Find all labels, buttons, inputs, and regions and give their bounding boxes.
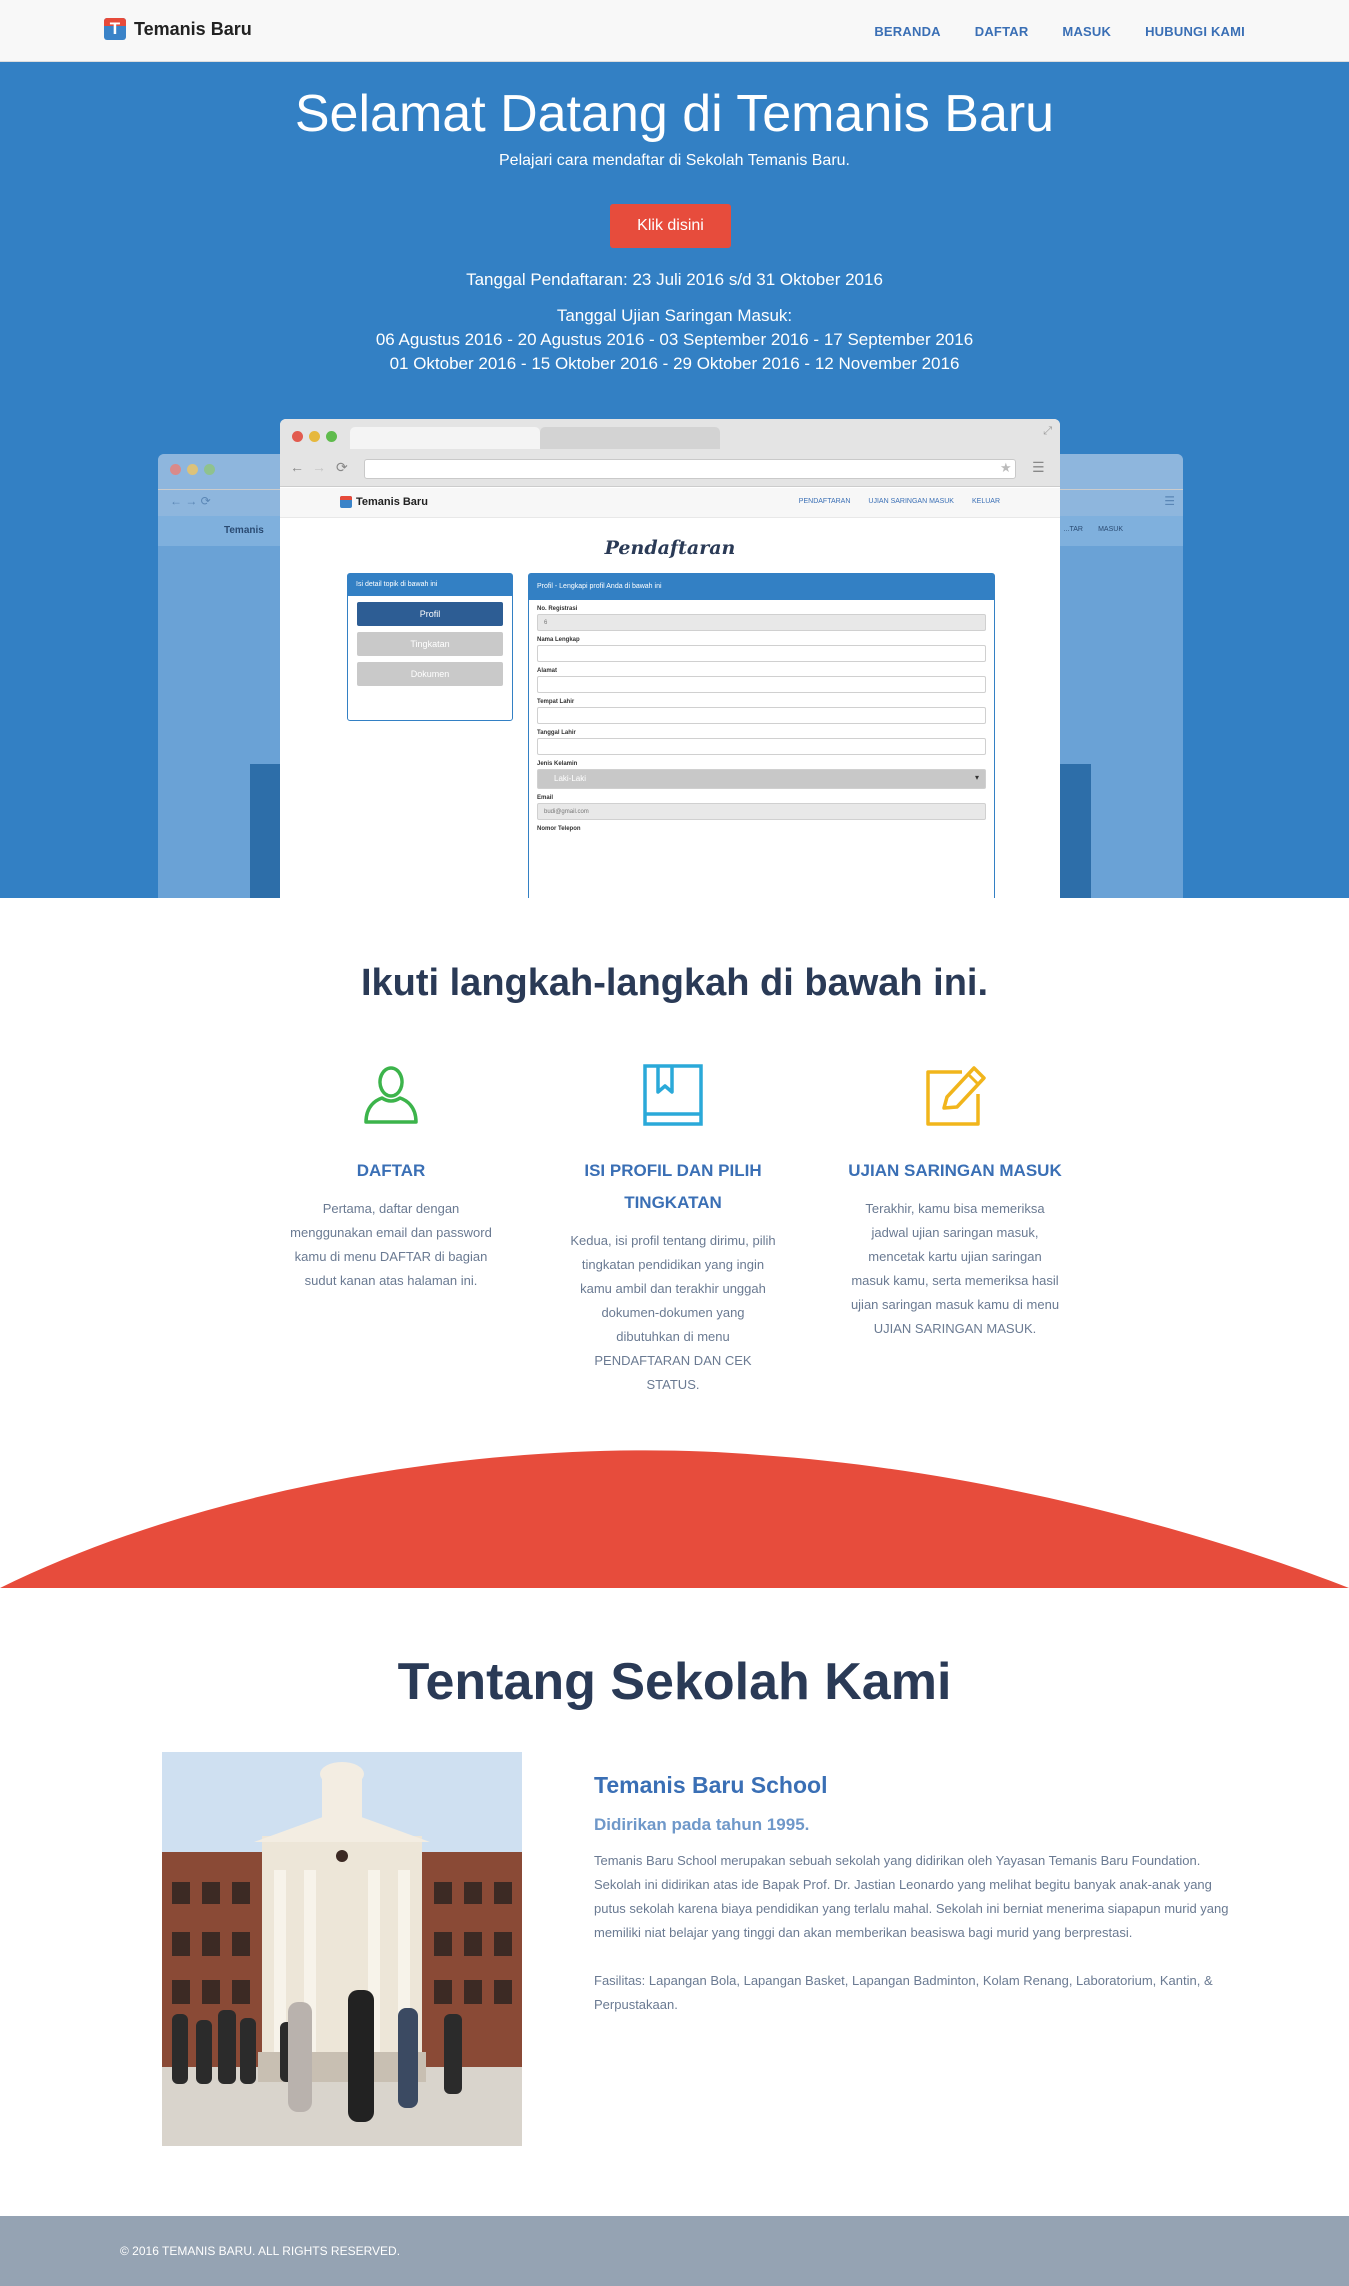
app-navbar: Temanis Baru PENDAFTARAN UJIAN SARINGAN … bbox=[280, 488, 1060, 518]
about-title: Tentang Sekolah Kami bbox=[397, 1653, 952, 1711]
app-brand-icon bbox=[340, 496, 352, 508]
step-desc-isi-profil: Kedua, isi profil tentang dirimu, pilih … bbox=[570, 1233, 776, 1392]
brand-name: Temanis Baru bbox=[134, 18, 252, 39]
browser-reload-icon: ⟳ bbox=[336, 459, 348, 475]
field-email: budi@gmail.com bbox=[537, 803, 986, 820]
field-nama-lengkap bbox=[537, 645, 986, 662]
tab-dokumen: Dokumen bbox=[357, 662, 503, 686]
browser-forward-icon: → bbox=[312, 459, 326, 475]
hero-title: Selamat Datang di Temanis Baru bbox=[294, 85, 1055, 143]
field-tempat-lahir bbox=[537, 707, 986, 724]
field-label: Alamat bbox=[537, 668, 558, 674]
registration-dates: Tanggal Pendaftaran: 23 Juli 2016 s/d 31… bbox=[466, 270, 883, 289]
step-ujian: UJIAN SARINGAN MASUK Terakhir, kamu bisa… bbox=[840, 1062, 1070, 1341]
field-label: Tempat Lahir bbox=[537, 699, 575, 705]
school-photo bbox=[162, 1752, 522, 2146]
school-name: Temanis Baru School bbox=[594, 1772, 828, 1798]
brand-icon: T bbox=[104, 18, 126, 40]
mockup-left-panel: Isi detail topik di bawah ini Profil Tin… bbox=[347, 573, 513, 721]
nav-link-beranda[interactable]: BERANDA bbox=[874, 24, 940, 39]
step-desc-ujian: Terakhir, kamu bisa memeriksa jadwal uji… bbox=[850, 1201, 1060, 1336]
browser-menu-icon: ☰ bbox=[1032, 459, 1045, 475]
nav-links: BERANDA DAFTAR MASUK HUBUNGI KAMI bbox=[874, 0, 1245, 62]
browser-chrome: ← → ⟳ ★ ☰ ⤢ bbox=[280, 419, 1060, 487]
hero-subtitle: Pelajari cara mendaftar di Sekolah Teman… bbox=[499, 152, 850, 169]
step-isi-profil: ISI PROFIL DAN PILIH TINGKATAN Kedua, is… bbox=[558, 1062, 788, 1397]
edit-icon bbox=[926, 1066, 986, 1126]
school-established: Didirikan pada tahun 1995. bbox=[594, 1815, 810, 1834]
step-title-isi-profil: ISI PROFIL DAN PILIH TINGKATAN bbox=[584, 1161, 762, 1212]
field-label: Jenis Kelamin bbox=[537, 761, 578, 767]
back-nav-1: ...TAR bbox=[1063, 526, 1083, 533]
browser-address-bar bbox=[364, 459, 1016, 479]
nav-link-masuk[interactable]: MASUK bbox=[1062, 24, 1111, 39]
step-daftar: DAFTAR Pertama, daftar dengan menggunaka… bbox=[276, 1062, 506, 1293]
back-brand: Temanis bbox=[224, 525, 264, 536]
field-label: Nama Lengkap bbox=[537, 637, 580, 643]
field-tanggal-lahir bbox=[537, 738, 986, 755]
mockup-browser-front: ← → ⟳ ★ ☰ ⤢ Temanis Baru PENDAFTARAN UJI… bbox=[280, 419, 1060, 898]
field-label: Nomor Telepon bbox=[537, 826, 581, 832]
field-label: No. Registrasi bbox=[537, 606, 578, 612]
school-description: Temanis Baru School merupakan sebuah sek… bbox=[594, 1853, 1229, 1940]
app-brand: Temanis Baru bbox=[340, 496, 428, 508]
nav-link-daftar[interactable]: DAFTAR bbox=[975, 24, 1029, 39]
field-no-registrasi: 6 bbox=[537, 614, 986, 631]
step-title-ujian: UJIAN SARINGAN MASUK bbox=[848, 1161, 1062, 1180]
browser-back-icon: ← bbox=[290, 459, 304, 475]
footer-copyright: © 2016 TEMANIS BARU. ALL RIGHTS RESERVED… bbox=[120, 2244, 401, 2258]
user-icon bbox=[364, 1066, 418, 1124]
exam-dates: Tanggal Ujian Saringan Masuk: 06 Agustus… bbox=[0, 304, 1349, 376]
brand-logo[interactable]: T Temanis Baru bbox=[104, 18, 252, 40]
nav-link-hubungi-kami[interactable]: HUBUNGI KAMI bbox=[1145, 24, 1245, 39]
app-nav-pendaftaran: PENDAFTARAN bbox=[798, 498, 851, 505]
footer: © 2016 TEMANIS BARU. ALL RIGHTS RESERVED… bbox=[0, 2216, 1349, 2286]
book-icon bbox=[643, 1064, 703, 1126]
hero-section: Selamat Datang di Temanis Baru Pelajari … bbox=[0, 62, 1349, 898]
browser-expand-icon: ⤢ bbox=[1043, 425, 1052, 437]
field-label: Email bbox=[537, 795, 554, 801]
back-nav-arrows-icon: ← → ⟳ bbox=[170, 494, 211, 508]
step-title-daftar: DAFTAR bbox=[356, 1161, 426, 1180]
step-desc-daftar: Pertama, daftar dengan menggunakan email… bbox=[290, 1201, 492, 1288]
back-nav-2: MASUK bbox=[1098, 526, 1123, 533]
tab-tingkatan: Tingkatan bbox=[357, 632, 503, 656]
exam-dates-label: Tanggal Ujian Saringan Masuk: bbox=[556, 306, 793, 325]
school-facilities: Fasilitas: Lapangan Bola, Lapangan Baske… bbox=[594, 1973, 1213, 2012]
app-nav-ujian: UJIAN SARINGAN MASUK bbox=[868, 498, 954, 505]
field-alamat bbox=[537, 676, 986, 693]
exam-dates-line-2: 01 Oktober 2016 - 15 Oktober 2016 - 29 O… bbox=[389, 354, 960, 373]
app-nav-links: PENDAFTARAN UJIAN SARINGAN MASUK KELUAR bbox=[799, 498, 1000, 505]
back-menu-icon: ☰ bbox=[1164, 494, 1175, 508]
about-text-block: Temanis Baru School Didirikan pada tahun… bbox=[594, 1772, 1230, 2017]
mockup-right-panel: Profil - Lengkapi profil Anda di bawah i… bbox=[528, 573, 995, 898]
mockup-page-title: Pendaftaran bbox=[604, 537, 736, 559]
decorative-wave bbox=[0, 1450, 1349, 1588]
right-panel-header: Profil - Lengkapi profil Anda di bawah i… bbox=[529, 574, 994, 600]
exam-dates-line-1: 06 Agustus 2016 - 20 Agustus 2016 - 03 S… bbox=[375, 330, 974, 349]
tab-profil: Profil bbox=[357, 602, 503, 626]
top-navbar: T Temanis Baru BERANDA DAFTAR MASUK HUBU… bbox=[0, 0, 1349, 62]
hero-cta-button[interactable]: Klik disini bbox=[610, 204, 731, 248]
bookmark-star-icon: ★ bbox=[1000, 460, 1012, 475]
left-panel-header: Isi detail topik di bawah ini bbox=[348, 574, 512, 596]
field-label: Tanggal Lahir bbox=[537, 730, 576, 736]
app-nav-keluar: KELUAR bbox=[971, 498, 1000, 505]
field-jenis-kelamin: Laki-Laki bbox=[537, 769, 986, 789]
steps-title: Ikuti langkah-langkah di bawah ini. bbox=[360, 962, 989, 1004]
